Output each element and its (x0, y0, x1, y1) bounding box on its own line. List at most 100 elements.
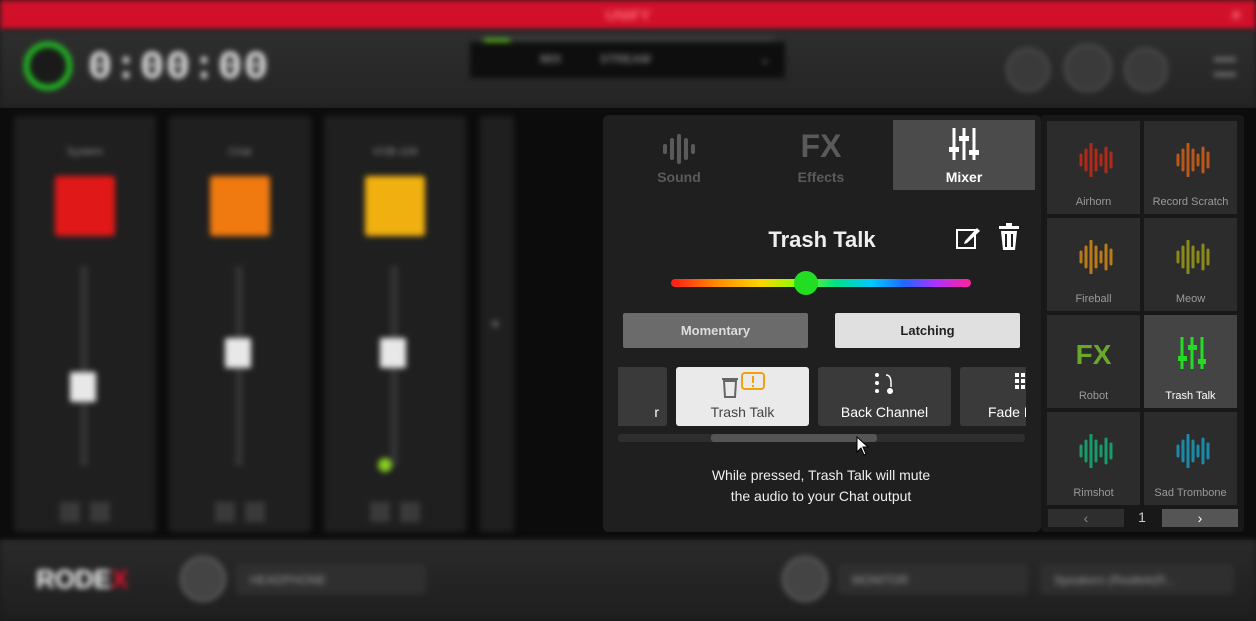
prev-page-button[interactable]: ‹ (1048, 509, 1124, 527)
speaker-icon[interactable] (782, 556, 828, 602)
carousel-item-fade[interactable]: Fade I (960, 367, 1026, 426)
sound-pad-label: Fireball (1075, 293, 1112, 305)
sound-pad-item[interactable]: Sad Trombone (1144, 412, 1237, 505)
system-icon[interactable] (55, 176, 115, 236)
menu-icon[interactable] (1214, 58, 1236, 76)
add-channel-button[interactable]: + (480, 116, 514, 532)
microphone-icon[interactable] (365, 176, 425, 236)
connect-icon[interactable] (1064, 44, 1112, 92)
solo-button[interactable] (90, 502, 110, 522)
trash-warning-icon (720, 372, 766, 403)
channel-name: System (66, 146, 104, 158)
carousel-item-label: r (654, 404, 659, 420)
sound-pad-item[interactable]: Trash Talk (1144, 315, 1237, 408)
sound-pad-item[interactable]: FX Robot (1047, 315, 1140, 408)
channel-name: VOB-106 (372, 146, 418, 158)
sliders-icon (1178, 337, 1206, 374)
waveform-icon (1175, 142, 1210, 178)
latching-button[interactable]: Latching (835, 313, 1020, 348)
waveform-icon (608, 134, 750, 172)
carousel-item-label: Trash Talk (710, 404, 775, 420)
channel-name: Chat (228, 146, 252, 158)
waveform-icon (1078, 142, 1113, 178)
sound-pad-item[interactable]: Rimshot (1047, 412, 1140, 505)
mute-button[interactable] (215, 502, 235, 522)
bottom-bar: RODEX HEADPHONE MONITOR Speakers (Realte… (0, 540, 1256, 621)
waveform-icon (1078, 433, 1113, 469)
color-slider-knob[interactable] (794, 271, 818, 295)
trash-icon[interactable] (998, 223, 1020, 255)
carousel-scroll-thumb[interactable] (711, 434, 877, 442)
tab-mix[interactable]: MIX (540, 52, 561, 66)
carousel-item-trash-talk[interactable]: Trash Talk (676, 367, 809, 426)
record-timer: 0:00:00 (88, 46, 271, 91)
sound-pad-label: Record Scratch (1152, 196, 1229, 208)
carousel-item[interactable]: r (618, 367, 667, 426)
color-slider[interactable] (671, 271, 971, 295)
sound-pad-grid: Airhorn Record Scratch Fireball Meow FX Robot… (1041, 115, 1244, 532)
fade-icon (1015, 373, 1026, 402)
tab-sound[interactable]: Sound (608, 120, 750, 190)
page-number: 1 (1138, 509, 1146, 525)
fader-knob[interactable] (380, 338, 406, 368)
app-title: UNIFY (605, 7, 651, 24)
fx-icon: FX (800, 128, 842, 164)
mute-button[interactable] (60, 502, 80, 522)
sound-pad-item[interactable]: Fireball (1047, 218, 1140, 311)
tab-effects-label: Effects (797, 169, 845, 185)
sound-pad-item[interactable]: Airhorn (1047, 121, 1140, 214)
action-carousel: r Trash Talk Back Channel Fade I (618, 367, 1026, 427)
momentary-button[interactable]: Momentary (623, 313, 808, 348)
mix-stream-tabs: MIX STREAM ⌄ (470, 42, 785, 78)
sound-pad-label: Airhorn (1075, 196, 1112, 208)
channel-strip: System (14, 116, 156, 532)
level-indicator (378, 458, 392, 472)
headphone-select[interactable]: HEADPHONE (236, 564, 426, 594)
headphone-icon[interactable] (180, 556, 226, 602)
output-device-select[interactable]: Speakers (Realtek(R... (1040, 564, 1234, 594)
carousel-scrollbar[interactable] (618, 434, 1025, 442)
channel-strip: VOB-106 (324, 116, 466, 532)
sound-pad-item[interactable]: Record Scratch (1144, 121, 1237, 214)
scene-icon[interactable] (1124, 48, 1168, 92)
plus-icon: + (490, 314, 501, 334)
monitor-select[interactable]: MONITOR (838, 564, 1028, 594)
sound-editor-panel: Sound FX Effects Mixer Trash Talk Moment… (603, 115, 1041, 532)
sound-pad-label: Robot (1078, 390, 1109, 402)
waveform-icon (1175, 433, 1210, 469)
mute-button[interactable] (370, 502, 390, 522)
tab-mixer[interactable]: Mixer (893, 120, 1035, 190)
title-bar: UNIFY ✕ (0, 0, 1256, 30)
tab-stream[interactable]: STREAM (600, 52, 651, 66)
tab-effects[interactable]: FX Effects (750, 120, 892, 190)
description-line-2: the audio to your Chat output (730, 488, 912, 504)
description-line-1: While pressed, Trash Talk will mute (711, 467, 931, 483)
mouse-cursor (856, 435, 870, 461)
channel-strip: Chat (169, 116, 311, 532)
fader-knob[interactable] (225, 338, 251, 368)
fader-knob[interactable] (70, 372, 96, 402)
sound-pad-label: Meow (1175, 293, 1206, 305)
edit-icon[interactable] (955, 225, 981, 256)
carousel-item-back-channel[interactable]: Back Channel (818, 367, 951, 426)
sound-pad-label: Sad Trombone (1154, 487, 1227, 499)
next-page-button[interactable]: › (1162, 509, 1238, 527)
tab-mixer-label: Mixer (945, 169, 983, 185)
solo-button[interactable] (400, 502, 420, 522)
carousel-item-label: Back Channel (840, 404, 929, 420)
rode-logo: RODEX (36, 564, 129, 594)
record-button[interactable] (24, 42, 72, 90)
sound-pad-icon[interactable] (1006, 48, 1050, 92)
solo-button[interactable] (245, 502, 265, 522)
close-icon[interactable]: ✕ (1230, 7, 1242, 24)
sliders-icon (893, 128, 1035, 168)
chat-icon[interactable] (210, 176, 270, 236)
carousel-item-label: Fade I (988, 404, 1026, 420)
waveform-icon (1078, 239, 1113, 275)
back-channel-icon (873, 371, 897, 402)
fx-icon: FX (1075, 339, 1112, 370)
fader-track (80, 266, 88, 466)
sound-pad-label: Rimshot (1073, 487, 1114, 499)
chevron-down-icon[interactable]: ⌄ (760, 52, 770, 66)
sound-pad-item[interactable]: Meow (1144, 218, 1237, 311)
